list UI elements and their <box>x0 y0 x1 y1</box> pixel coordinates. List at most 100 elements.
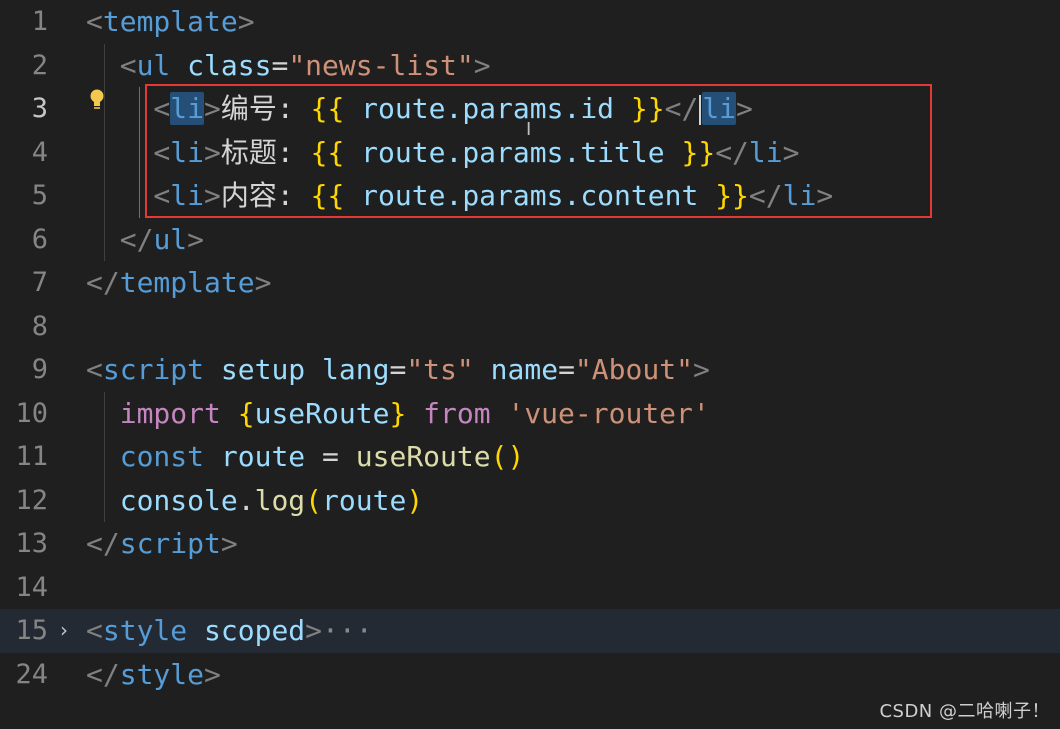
code-token: from <box>423 396 491 430</box>
code-token: route <box>220 440 306 473</box>
code-token: > <box>816 179 834 212</box>
code-token: console <box>119 483 238 517</box>
code-token: }} <box>681 135 716 169</box>
line-number: 5 <box>31 180 48 211</box>
code-token: route <box>322 483 407 517</box>
code-token: "About" <box>574 353 693 386</box>
code-line[interactable]: 7 </template> <box>0 261 1060 305</box>
code-token: < <box>86 5 103 38</box>
code-token: () <box>490 440 525 473</box>
code-token: < <box>86 179 171 212</box>
code-token: li <box>170 92 205 125</box>
code-token: li <box>702 92 737 125</box>
code-token: > <box>736 92 753 125</box>
code-line[interactable]: 8 <box>0 305 1060 349</box>
code-token: style <box>102 614 188 647</box>
code-token: > <box>187 222 205 256</box>
code-token: li <box>170 179 205 212</box>
code-token: > <box>204 657 221 691</box>
code-text[interactable]: </ul> <box>86 218 204 262</box>
code-line[interactable]: 24 </style> <box>0 653 1060 697</box>
code-token: 编号: <box>220 92 311 125</box>
code-token: template <box>119 266 255 299</box>
code-line[interactable]: 12 console.log(route) <box>0 478 1060 523</box>
code-token: = <box>558 353 575 386</box>
code-line[interactable]: 10 import {useRoute} from 'vue-router' <box>0 391 1060 436</box>
code-text[interactable]: <li>内容: {{ route.params.content }}</li> <box>86 174 833 218</box>
code-token: class <box>187 48 272 82</box>
code-text[interactable]: <template> <box>86 0 255 44</box>
code-token: > <box>305 614 323 647</box>
code-token: "news-list" <box>288 48 474 82</box>
code-token: } <box>389 396 407 430</box>
line-number: 10 <box>15 397 48 429</box>
code-token: }} <box>715 179 749 212</box>
code-token: < <box>86 135 171 169</box>
code-editor[interactable]: 24 </style> 15 › <style scoped>··· 14 13 </scri… <box>0 0 1060 729</box>
code-token: ul <box>136 48 171 82</box>
code-token: > <box>204 179 221 212</box>
code-text[interactable]: <script setup lang="ts" name="About"> <box>86 348 710 392</box>
code-token: name <box>490 353 559 386</box>
code-token: < <box>86 614 103 647</box>
code-token: = <box>305 440 356 473</box>
line-number: 8 <box>31 310 48 342</box>
chevron-right-icon[interactable]: › <box>60 609 68 653</box>
code-text[interactable]: const route = useRoute() <box>86 435 525 479</box>
code-token: useRoute <box>254 396 390 430</box>
code-line[interactable]: 6 </ul> <box>0 217 1060 262</box>
code-line[interactable]: 13 </script> <box>0 522 1060 566</box>
code-text[interactable]: <ul class="news-list"> <box>86 44 491 88</box>
code-line[interactable]: 5 <li>内容: {{ route.params.content }}</li… <box>0 174 1060 218</box>
code-token: > <box>473 48 491 82</box>
code-token: > <box>204 92 221 125</box>
code-token: </ <box>748 179 783 212</box>
code-text[interactable]: <li>编号: {{ route.params.id }}</li> <box>86 87 753 131</box>
code-token: . <box>237 483 255 517</box>
line-number: 4 <box>31 136 48 168</box>
code-token: > <box>204 135 221 169</box>
code-token: template <box>102 5 238 38</box>
code-text[interactable]: import {useRoute} from 'vue-router' <box>86 392 710 436</box>
code-line[interactable]: 15 › <style scoped>··· <box>0 609 1060 653</box>
code-line[interactable]: 9 <script setup lang="ts" name="About"> <box>0 348 1060 392</box>
code-line[interactable]: 14 <box>0 566 1060 610</box>
code-token: scoped <box>204 614 306 647</box>
code-token: </ <box>715 135 749 169</box>
code-token: ··· <box>322 614 373 647</box>
line-number: 11 <box>15 441 48 472</box>
code-text[interactable]: console.log(route) <box>86 479 423 523</box>
code-token: setup <box>220 353 306 386</box>
line-number: 9 <box>31 354 48 385</box>
code-text[interactable]: </style> <box>86 653 221 697</box>
watermark: CSDN @二哈喇子！ <box>879 701 1050 722</box>
code-text[interactable]: </script> <box>86 522 238 566</box>
code-line[interactable]: 11 const route = useRoute() <box>0 435 1060 479</box>
code-token: > <box>692 353 710 386</box>
code-text[interactable]: <li>标题: {{ route.params.title }}</li> <box>86 131 799 175</box>
code-token: {{ <box>310 92 345 125</box>
lightbulb-icon[interactable] <box>88 88 106 112</box>
code-line[interactable]: 2 <ul class="news-list"> <box>0 43 1060 88</box>
code-token: }} <box>630 92 665 125</box>
code-token: log <box>254 483 306 517</box>
code-token: </ <box>86 222 154 256</box>
code-line[interactable]: 1 <template> <box>0 0 1060 44</box>
code-token: < <box>86 48 137 82</box>
text-cursor-icon: I <box>526 119 532 140</box>
code-token: </ <box>86 266 120 299</box>
line-number: 2 <box>31 49 48 81</box>
code-token: </ <box>664 92 699 125</box>
code-token: li <box>748 135 783 169</box>
code-token: style <box>119 657 205 691</box>
code-token: > <box>254 266 272 299</box>
code-text[interactable]: <style scoped>··· <box>86 609 373 653</box>
code-text[interactable]: </template> <box>86 261 271 305</box>
code-token: </ <box>86 527 120 560</box>
